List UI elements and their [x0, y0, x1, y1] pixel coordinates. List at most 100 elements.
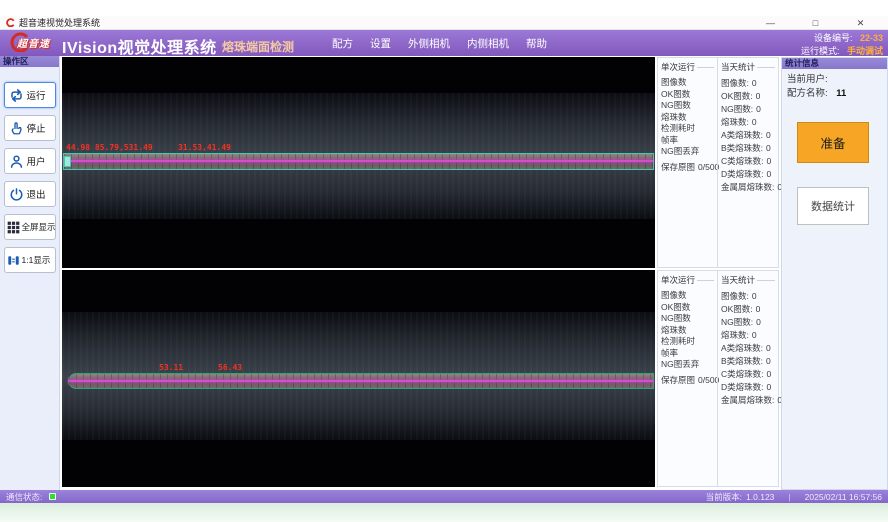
stat-row: 熔珠数:0 [721, 329, 775, 342]
brand-logo: 超音速 [5, 32, 50, 52]
desktop-bottom-margin [0, 503, 888, 522]
stat-row: 图像数 [661, 77, 714, 89]
stat-row: NG图数 [661, 100, 714, 112]
stat-row: 保存原图0/500 [661, 375, 714, 387]
today-stats-column: 当天统计 图像数:0OK图数:0NG图数:0熔珠数:0A类熔珠数:0B类熔珠数:… [717, 271, 778, 486]
stat-row: 保存原图0/500 [661, 162, 714, 174]
run-mode-value: 手动调试 [847, 46, 883, 56]
stat-row: NG图数:0 [721, 103, 775, 116]
stat-row: B类熔珠数:0 [721, 355, 775, 368]
stop-button[interactable]: 停止 [4, 115, 56, 141]
menu-item[interactable]: 设置 [370, 36, 391, 51]
user-icon [9, 154, 24, 169]
fullscreen-grid-icon [7, 221, 20, 234]
stat-row: NG图丢弃 [661, 146, 714, 158]
stat-row: NG图丢弃 [661, 359, 714, 371]
operation-area-title: 操作区 [0, 56, 59, 67]
menu-item[interactable]: 外侧相机 [408, 36, 450, 51]
comm-status-indicator [49, 493, 56, 500]
today-stats-column: 当天统计 图像数:0OK图数:0NG图数:0熔珠数:0A类熔珠数:0B类熔珠数:… [717, 58, 778, 267]
menu-bar: 配方 设置 外侧相机 内侧相机 帮助 [332, 30, 547, 56]
measurement-annotation: 44.98 85.79,531.49 [66, 143, 153, 152]
operation-sidebar: 操作区 运行 停止 [0, 56, 60, 490]
measurement-overlay: 53.11 56.43 [62, 363, 655, 373]
single-run-column: 单次运行 图像数OK图数NG图数熔珠数检测耗时帧率NG图丢弃保存原图0/500 [658, 271, 717, 486]
run-button-label: 运行 [27, 88, 46, 102]
stat-row: C类熔珠数:0 [721, 155, 775, 168]
stat-row: 熔珠数 [661, 112, 714, 124]
app-subtitle: 熔珠端面检测 [222, 38, 294, 55]
data-statistics-button[interactable]: 数据统计 [797, 187, 869, 225]
run-icon [9, 88, 24, 103]
stat-row: 熔珠数:0 [721, 116, 775, 129]
exit-button-label: 退出 [27, 187, 46, 201]
stop-hand-icon [9, 121, 24, 136]
run-mode-label: 运行模式: [801, 46, 840, 56]
device-number-value: 22-33 [860, 33, 883, 43]
today-stats-title: 当天统计 [721, 274, 755, 286]
menu-item[interactable]: 帮助 [526, 36, 547, 51]
stat-row: 图像数:0 [721, 290, 775, 303]
stat-row: OK图数:0 [721, 303, 775, 316]
measurement-annotation: 56.43 [218, 363, 242, 372]
stat-row: 图像数 [661, 290, 714, 302]
stat-row: D类熔珠数:0 [721, 381, 775, 394]
single-run-title: 单次运行 [661, 61, 695, 73]
screen: 超音速视觉处理系统 — □ ✕ 超音速 IVision视觉处理系统 熔珠端面检测… [0, 0, 888, 522]
strip-roi-box [63, 153, 654, 170]
one-to-one-button-label: 1:1显示 [22, 254, 51, 266]
laser-line [69, 380, 653, 382]
info-panel: 统计信息 当前用户: 配方名称: 11 准备 数据统计 [781, 57, 888, 490]
fullscreen-button-label: 全屏显示 [22, 221, 56, 233]
stat-row: OK图数 [661, 89, 714, 101]
device-number-label: 设备编号: [814, 33, 853, 43]
stat-row: OK图数:0 [721, 90, 775, 103]
user-button-label: 用户 [27, 154, 46, 168]
one-to-one-icon [7, 254, 20, 267]
close-button[interactable]: ✕ [838, 16, 883, 30]
window-titlebar: 超音速视觉处理系统 — □ ✕ [0, 16, 888, 30]
stat-row: A类熔珠数:0 [721, 129, 775, 142]
app-header: 超音速 IVision视觉处理系统 熔珠端面检测 配方设置外侧相机内侧相机帮助 … [0, 30, 888, 56]
stat-row: 熔珠数 [661, 325, 714, 337]
stats-panel-inner: 单次运行 图像数OK图数NG图数熔珠数检测耗时帧率NG图丢弃保存原图0/500 … [657, 270, 779, 487]
datetime: 2025/02/11 16:57:56 [805, 492, 882, 502]
exit-button[interactable]: 退出 [4, 181, 56, 207]
strip-left-marker [64, 156, 71, 167]
run-button[interactable]: 运行 [4, 82, 56, 108]
user-button[interactable]: 用户 [4, 148, 56, 174]
one-to-one-button[interactable]: 1:1显示 [4, 247, 56, 273]
version-datetime: 当前版本: 1.0.123 | 2025/02/11 16:57:56 [706, 491, 882, 503]
window-controls: — □ ✕ [748, 16, 883, 30]
prepare-button[interactable]: 准备 [797, 122, 869, 163]
brand-name: 超音速 [17, 35, 50, 50]
stat-row: NG图数:0 [721, 316, 775, 329]
app-title: IVision视觉处理系统 [62, 34, 217, 58]
today-stats-title: 当天统计 [721, 61, 755, 73]
strip-roi-box [68, 373, 654, 389]
stat-row: B类熔珠数:0 [721, 142, 775, 155]
stat-row: 金属屑熔珠数:0 [721, 181, 775, 194]
camera-viewport-inner: 53.11 56.43 [62, 270, 655, 487]
measurement-annotation: 53.11 [159, 363, 183, 372]
stop-button-label: 停止 [27, 121, 46, 135]
stat-row: A类熔珠数:0 [721, 342, 775, 355]
fullscreen-button[interactable]: 全屏显示 [4, 214, 56, 240]
measurement-overlay: 44.98 85.79,531.4931.53,41.49 [62, 143, 655, 153]
menu-item[interactable]: 配方 [332, 36, 353, 51]
power-icon [9, 187, 24, 202]
stat-row: 金属屑熔珠数:0 [721, 394, 775, 407]
version-label: 当前版本: [706, 491, 742, 503]
maximize-button[interactable]: □ [793, 16, 838, 30]
minimize-button[interactable]: — [748, 16, 793, 30]
stat-row: 检测耗时 [661, 123, 714, 135]
version-value: 1.0.123 [746, 492, 774, 502]
menu-item[interactable]: 内侧相机 [467, 36, 509, 51]
stat-row: 图像数:0 [721, 77, 775, 90]
stat-row: C类熔珠数:0 [721, 368, 775, 381]
recipe-name-value: 11 [836, 88, 846, 99]
stat-row: OK图数 [661, 302, 714, 314]
stat-row: D类熔珠数:0 [721, 168, 775, 181]
window-title: 超音速视觉处理系统 [19, 16, 100, 29]
status-bar: 通信状态: 当前版本: 1.0.123 | 2025/02/11 16:57:5… [0, 490, 888, 503]
